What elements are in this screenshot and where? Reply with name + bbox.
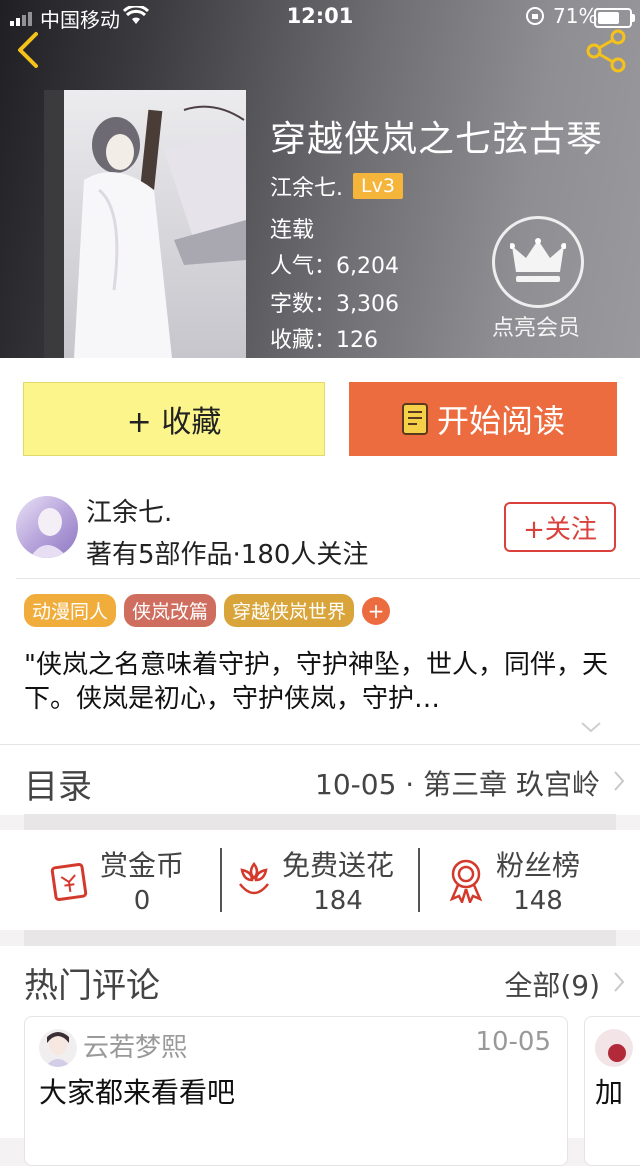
comment-card[interactable]: 加 (584, 1016, 640, 1166)
start-reading-button[interactable]: 开始阅读 (349, 382, 617, 456)
book-title: 穿越侠岚之七弦古琴 (270, 119, 604, 160)
author-level-badge: Lv3 (353, 173, 403, 199)
hot-comments-title: 热门评论 (24, 966, 160, 1006)
reward-coins[interactable]: 赏金币 0 (50, 830, 184, 930)
all-comments-link[interactable]: 全部(9) (504, 964, 600, 1004)
medal-icon (449, 859, 483, 903)
stats-bar: 赏金币 0 免费送花 184 粉丝榜 148 (0, 830, 640, 930)
chevron-right-icon (614, 972, 625, 992)
book-popularity: 人气：6,204 (270, 254, 399, 279)
fan-ranking-label: 粉丝榜 (496, 849, 581, 882)
comment-text: 加 (595, 1076, 624, 1109)
author-name[interactable]: 江余七. (86, 492, 172, 529)
vip-button[interactable] (492, 216, 584, 308)
book-icon (401, 403, 428, 435)
book-author[interactable]: 江余七. (270, 170, 343, 202)
book-author-line: 江余七. Lv3 (270, 170, 403, 202)
divider (418, 848, 420, 912)
status-bar: 中国移动 12:01 71% (0, 0, 640, 34)
author-avatar[interactable] (16, 496, 78, 558)
crown-icon (510, 238, 566, 282)
rotation-lock-icon (526, 7, 544, 25)
cover-illustration (44, 90, 246, 358)
reward-coins-label: 赏金币 (100, 849, 185, 882)
chevron-down-icon[interactable] (580, 720, 602, 734)
hot-comments-section: 热门评论 全部(9) 云若梦熙 10-05 大家都来看看吧 加 (0, 946, 640, 1166)
book-word-count: 字数：3,306 (270, 292, 399, 317)
reward-coins-value: 0 (133, 886, 151, 916)
divider (16, 578, 640, 579)
fan-ranking-value: 148 (513, 886, 563, 916)
action-bar: + 收藏 开始阅读 (0, 358, 640, 480)
author-stats: 著有5部作品·180人关注 (86, 540, 369, 570)
chevron-right-icon (614, 771, 625, 791)
book-description[interactable]: "侠岚之名意味着守护，守护神坠，世人，同伴，天下。侠岚是初心，守护侠岚，守护… (24, 648, 614, 716)
tag-item[interactable]: 穿越侠岚世界 (224, 594, 355, 627)
battery-fill (598, 12, 620, 24)
tag-item[interactable]: 侠岚改篇 (124, 594, 217, 627)
flower-icon (239, 861, 269, 895)
commenter-name[interactable]: 云若梦熙 (83, 1027, 187, 1064)
book-cover[interactable] (44, 90, 246, 358)
free-flowers[interactable]: 免费送花 184 (234, 830, 394, 930)
toc-title: 目录 (24, 767, 92, 807)
commenter-avatar[interactable] (595, 1029, 633, 1067)
start-reading-label: 开始阅读 (436, 402, 565, 440)
back-arrow-icon[interactable] (10, 30, 46, 70)
section-gap (24, 930, 616, 946)
author-section: 江余七. 著有5部作品·180人关注 +关注 动漫同人 侠岚改篇 穿越侠岚世界 … (0, 480, 640, 744)
collect-button[interactable]: + 收藏 (23, 382, 325, 456)
book-header: 中国移动 12:01 71% 穿越侠岚之七弦古琴 江余七. Lv3 连载 人气：… (0, 0, 640, 358)
add-tag-button[interactable]: + (362, 596, 391, 625)
comment-date: 10-05 (475, 1027, 551, 1057)
section-gap (24, 814, 616, 830)
table-of-contents-row[interactable]: 目录 10-05 · 第三章 玖宫岭 (0, 744, 640, 815)
tag-list: 动漫同人 侠岚改篇 穿越侠岚世界 + (24, 594, 391, 627)
latest-chapter: 10-05 · 第三章 玖宫岭 (315, 768, 600, 801)
divider (220, 848, 222, 912)
share-icon[interactable] (584, 28, 630, 74)
free-flowers-value: 184 (313, 886, 363, 916)
free-flowers-label: 免费送花 (282, 849, 395, 882)
fan-ranking[interactable]: 粉丝榜 148 (446, 830, 580, 930)
follow-button[interactable]: +关注 (504, 502, 616, 552)
red-envelope-icon (50, 862, 88, 902)
comment-text: 大家都来看看吧 (39, 1076, 236, 1109)
battery-percent: 71% (553, 4, 598, 28)
tag-item[interactable]: 动漫同人 (24, 594, 117, 627)
commenter-avatar[interactable] (39, 1029, 77, 1067)
comment-card[interactable]: 云若梦熙 10-05 大家都来看看吧 (24, 1016, 568, 1166)
battery-icon (594, 8, 635, 28)
book-status: 连载 (270, 218, 315, 243)
book-favorites: 收藏：126 (270, 328, 378, 353)
vip-label[interactable]: 点亮会员 (478, 310, 594, 342)
